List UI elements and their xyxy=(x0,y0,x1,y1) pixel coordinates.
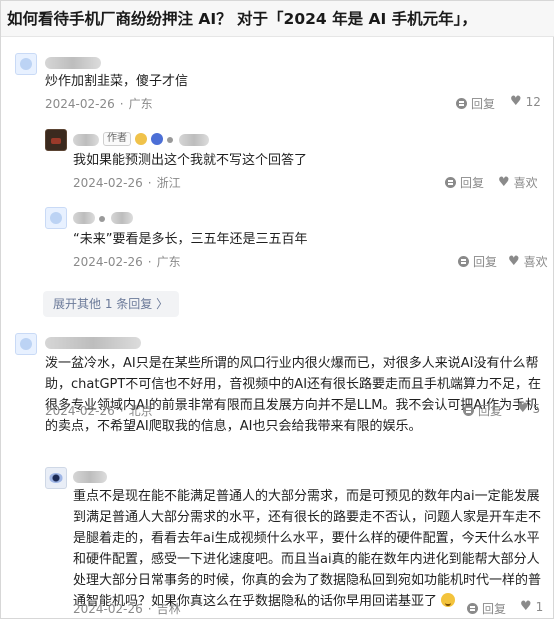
avatar[interactable] xyxy=(45,207,67,229)
username-redacted[interactable] xyxy=(45,57,101,69)
comment-date: 2024-02-26 xyxy=(45,97,115,111)
comment-date: 2024-02-26 xyxy=(45,404,115,418)
comment-text-line: 的卖点，不希望AI爬取我的信息，AI也只会给我带来有限的娱乐。 xyxy=(45,419,422,434)
reply-icon xyxy=(456,98,467,109)
comment-meta: 2024-02-26 · 浙江 xyxy=(73,176,181,190)
heart-icon: ♥ xyxy=(508,253,520,269)
like-button[interactable]: ♥ 喜欢 xyxy=(498,174,538,191)
heart-icon: ♥ xyxy=(498,174,510,190)
reply-icon xyxy=(463,405,474,416)
like-button[interactable]: ♥ 5 xyxy=(517,402,540,416)
arrow-icon xyxy=(99,216,105,222)
username-redacted[interactable] xyxy=(45,337,141,349)
reply-icon xyxy=(467,603,478,614)
avatar[interactable] xyxy=(45,129,67,151)
comment-meta: 2024-02-26 · 广东 xyxy=(45,97,153,111)
like-button[interactable]: ♥ 喜欢 xyxy=(508,253,548,270)
comment-date: 2024-02-26 xyxy=(73,255,143,269)
comment-text-line: 泼一盆冷水，AI只是在某些所谓的风口行业内很火爆而已，对很多人来说AI没有什么帮 xyxy=(45,356,539,371)
answer-comments-panel: 如何看待手机厂商纷纷押注 AI？ 对于「2024 年是 AI 手机元年」， 炒作… xyxy=(0,0,554,619)
reply-icon xyxy=(445,177,456,188)
comment-meta: 2024-02-26 · 吉林 xyxy=(73,602,181,616)
grin-emoji-icon xyxy=(441,593,456,607)
reply-target-redacted[interactable] xyxy=(111,212,133,224)
reply-icon xyxy=(458,256,469,267)
expand-replies-button[interactable]: 展开其他 1 条回复 〉 xyxy=(43,291,179,317)
author-badge: 作者 xyxy=(103,132,131,146)
reply-button[interactable]: 回复 xyxy=(456,95,495,112)
arrow-icon xyxy=(167,137,173,143)
like-button[interactable]: ♥ 1 xyxy=(520,600,543,614)
comment-date: 2024-02-26 xyxy=(73,602,143,616)
comment-text: “未来”要看是多长，三五年还是三五百年 xyxy=(73,232,308,247)
avatar[interactable] xyxy=(15,333,37,355)
comment-text-line: 重点不是现在能不能满足普通人的大部分需求，而是可预见的数年内ai一定能发展 xyxy=(73,489,540,504)
heart-icon: ♥ xyxy=(520,599,532,614)
comment-location: 浙江 xyxy=(156,176,181,190)
username-redacted[interactable] xyxy=(73,212,95,224)
comment-text-line: 是腿着走的，看看去年ai生成视频什么水平，要什么样的硬件配置，今天什么水平 xyxy=(73,531,540,546)
reply-button[interactable]: 回复 xyxy=(458,253,497,270)
reply-target-redacted[interactable] xyxy=(179,134,209,146)
comment-location: 广东 xyxy=(156,255,181,269)
username-redacted[interactable] xyxy=(73,134,99,146)
settings-badge-icon xyxy=(151,133,163,145)
comment-location: 吉林 xyxy=(156,602,181,616)
comment-text: 重点不是现在能不能满足普通人的大部分需求，而是可预见的数年内ai一定能发展 到满… xyxy=(73,486,541,612)
medal-icon xyxy=(135,133,147,145)
reply-button[interactable]: 回复 xyxy=(467,600,506,617)
avatar[interactable] xyxy=(45,467,67,489)
reply-button[interactable]: 回复 xyxy=(445,174,484,191)
comment-text-line: 到满足普通人大部分需求的水平，还有很长的路要走不否认，问题人家是开车走不 xyxy=(73,510,542,525)
comment-text-line: 和硬件配置，感受一下进化速度吧。而且当ai真的能在数年内进化到能帮大部分人 xyxy=(73,552,540,567)
reply-button[interactable]: 回复 xyxy=(463,402,502,419)
comment-text: 泼一盆冷水，AI只是在某些所谓的风口行业内很火爆而已，对很多人来说AI没有什么帮… xyxy=(45,353,541,437)
comment-text-line: 助，chatGPT不可信也不好用，音视频中的AI还有很长路要走而且手机端算力不足… xyxy=(45,377,542,392)
comment-text: 我如果能预测出这个我就不写这个回答了 xyxy=(73,153,308,168)
heart-icon: ♥ xyxy=(510,94,522,109)
avatar[interactable] xyxy=(15,53,37,75)
comment-location: 广东 xyxy=(128,97,153,111)
comment-meta-row: 2024-02-26 · 北京 xyxy=(45,404,153,418)
comment-meta: 2024-02-26 · 广东 xyxy=(73,255,181,269)
comment-location: 北京 xyxy=(128,404,153,418)
comment-text-line: 处理大部分日常事务的时候，你真的会为了数据隐私回到宛如功能机时代一样的普 xyxy=(73,573,542,588)
heart-icon: ♥ xyxy=(517,401,529,416)
comment-date: 2024-02-26 xyxy=(73,176,143,190)
username-redacted[interactable] xyxy=(73,471,107,483)
comment-text: 炒作加割韭菜，傻子才信 xyxy=(45,74,189,89)
like-button[interactable]: ♥ 12 xyxy=(510,95,541,109)
page-title: 如何看待手机厂商纷纷押注 AI？ 对于「2024 年是 AI 手机元年」， xyxy=(1,1,554,37)
